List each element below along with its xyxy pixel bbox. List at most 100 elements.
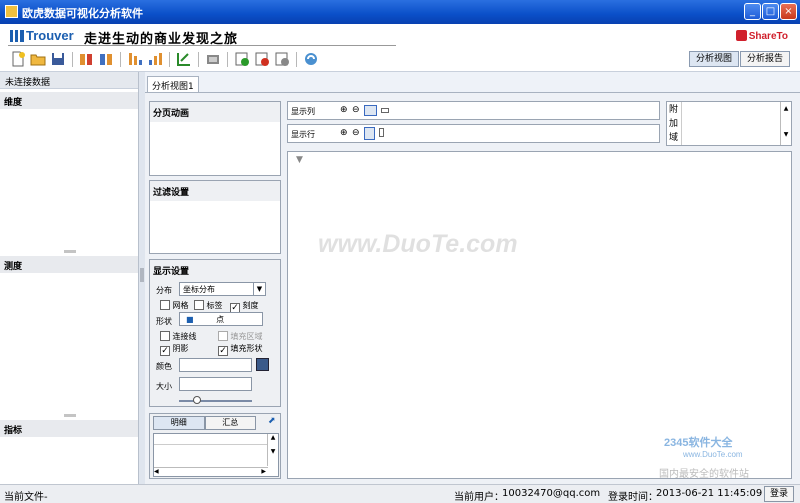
zoom-in-icon[interactable]: ⊕ [340,105,348,115]
brand-logo: Trouver [10,28,74,43]
sort-asc-icon[interactable] [147,51,163,67]
watermark-url: www.DuoTe.com [683,450,743,459]
bars-icon [10,30,24,42]
distribution-select[interactable]: 坐标分布 ▼ [179,282,266,296]
size-field[interactable] [179,377,252,391]
tab-summary[interactable]: 汇总 [204,416,256,430]
resize-grip[interactable] [64,414,76,417]
page-animation-title: 分页动画 [150,102,280,122]
swap-axes-icon[interactable] [176,51,192,67]
login-time: 2013-06-21 11:45:09 [656,488,763,499]
dropdown-marker-icon[interactable]: ▼ [296,155,303,165]
watermark: www.DuoTe.com [318,230,518,258]
zoom-out-icon[interactable]: ⊖ [352,105,360,115]
labels-check[interactable] [194,300,204,310]
layout-icon[interactable] [379,128,384,137]
title-bar: 欧虎数据可视化分析软件 _ □ × [0,0,800,24]
new-icon[interactable] [10,51,26,67]
refresh-icon[interactable] [303,51,319,67]
measure-section[interactable]: 测度 [0,256,138,273]
toolbar-separator [296,52,297,67]
delete-view-icon[interactable] [254,51,270,67]
splitter-grip[interactable] [140,268,144,282]
shadow-check[interactable]: ✓ [160,346,170,356]
share-button[interactable]: ShareTo [735,30,788,42]
import-icon[interactable] [78,51,94,67]
labels-checkbox[interactable]: 标签 [194,300,223,311]
save-icon[interactable] [50,51,66,67]
copy-view-icon[interactable] [274,51,290,67]
share-icon [735,30,747,41]
user-email: 10032470@qq.com [502,488,601,499]
fill-area-checkbox[interactable]: 填充区域 [218,331,263,342]
tab-detail[interactable]: 明细 [153,416,205,430]
user-label: 当前用户： [454,492,504,503]
add-view-icon[interactable] [234,51,250,67]
tab-analysis-view-1[interactable]: 分析视图1 [147,76,199,93]
current-file: 当前文件- [4,492,48,503]
export-icon[interactable] [98,51,114,67]
sort-desc-icon[interactable] [127,51,143,67]
grid-checkbox[interactable]: 网格 [160,300,189,311]
fill-shape-checkbox[interactable]: ✓ 填充形状 [218,343,263,356]
size-label: 大小 [156,382,172,391]
minimize-button[interactable]: _ [744,3,761,20]
login-time-label: 登录时间： [608,492,658,503]
size-slider-thumb[interactable] [193,396,202,404]
page-animation-panel: 分页动画 [149,101,281,176]
zoom-out-icon[interactable]: ⊖ [352,128,360,138]
vertical-scrollbar[interactable]: ▲ ▼ [267,434,278,466]
detail-grid[interactable]: ▲ ▼ ◀ ▶ [153,433,279,477]
toolbar-separator [227,52,228,67]
color-picker-button[interactable] [256,358,269,371]
analysis-report-button[interactable]: 分析报告 [740,51,790,67]
column-shelf-label: 显示列 [291,107,315,116]
layout-icon[interactable] [381,108,389,113]
analysis-view-button[interactable]: 分析视图 [689,51,739,67]
size-slider-track[interactable] [179,400,252,402]
resize-grip[interactable] [64,250,76,253]
fit-height-icon[interactable] [364,127,375,140]
chart-canvas[interactable]: ▼ www.DuoTe.com 2345软件大全 www.DuoTe.com 国… [287,151,792,480]
view-tabs: 分析视图1 [145,72,800,93]
fit-width-icon[interactable] [364,105,377,116]
shape-label: 形状 [156,317,172,326]
detail-summary-panel: 明细 汇总 ⬈ ▲ ▼ ◀ ▶ [149,413,281,479]
window-title: 欧虎数据可视化分析软件 [22,7,143,20]
connector-checkbox[interactable]: 连接线 [160,331,197,342]
fill-area-check[interactable] [218,331,228,341]
toolbar: 分析视图 分析报告 [0,48,800,72]
vertical-scrollbar[interactable]: ▲ ▼ [780,102,791,145]
expand-icon[interactable]: ⬈ [268,416,278,426]
dimension-section[interactable]: 维度 [0,92,138,109]
toolbar-separator [169,52,170,67]
login-button[interactable]: 登录 [764,486,794,502]
shadow-checkbox[interactable]: ✓ 阴影 [160,343,189,356]
close-button[interactable]: × [780,3,797,20]
fill-shape-check[interactable]: ✓ [218,346,228,356]
extra-field-area[interactable]: 附加域 ▲ ▼ [666,101,792,146]
toolbar-separator [120,52,121,67]
row-shelf[interactable]: 显示行 ⊕ ⊖ [287,124,660,143]
display-settings-panel: 显示设置 分布 坐标分布 ▼ 网格 标签 ✓ 刻度 形状 ■ 点 连接线 填充区… [149,259,281,407]
data-status: 未连接数据 [0,72,138,89]
grid-check[interactable] [160,300,170,310]
toolbar-separator [198,52,199,67]
app-icon [5,5,18,18]
connector-check[interactable] [160,331,170,341]
zoom-in-icon[interactable]: ⊕ [340,128,348,138]
row-shelf-label: 显示行 [291,130,315,139]
open-icon[interactable] [30,51,46,67]
banner-divider [8,45,396,46]
screenshot-icon[interactable] [205,51,221,67]
watermark-brand: 2345软件大全 [664,437,733,449]
horizontal-scrollbar[interactable]: ◀ ▶ [154,467,268,476]
indicator-section[interactable]: 指标 [0,420,138,437]
maximize-button[interactable]: □ [762,3,779,20]
watermark-tagline: 国内最安全的软件站 [659,469,749,480]
data-panel: 未连接数据 维度 测度 指标 [0,72,139,484]
column-shelf[interactable]: 显示列 ⊕ ⊖ [287,101,660,120]
shape-select[interactable]: ■ 点 [179,312,263,326]
chevron-down-icon[interactable]: ▼ [253,283,265,295]
color-field[interactable] [179,358,252,372]
